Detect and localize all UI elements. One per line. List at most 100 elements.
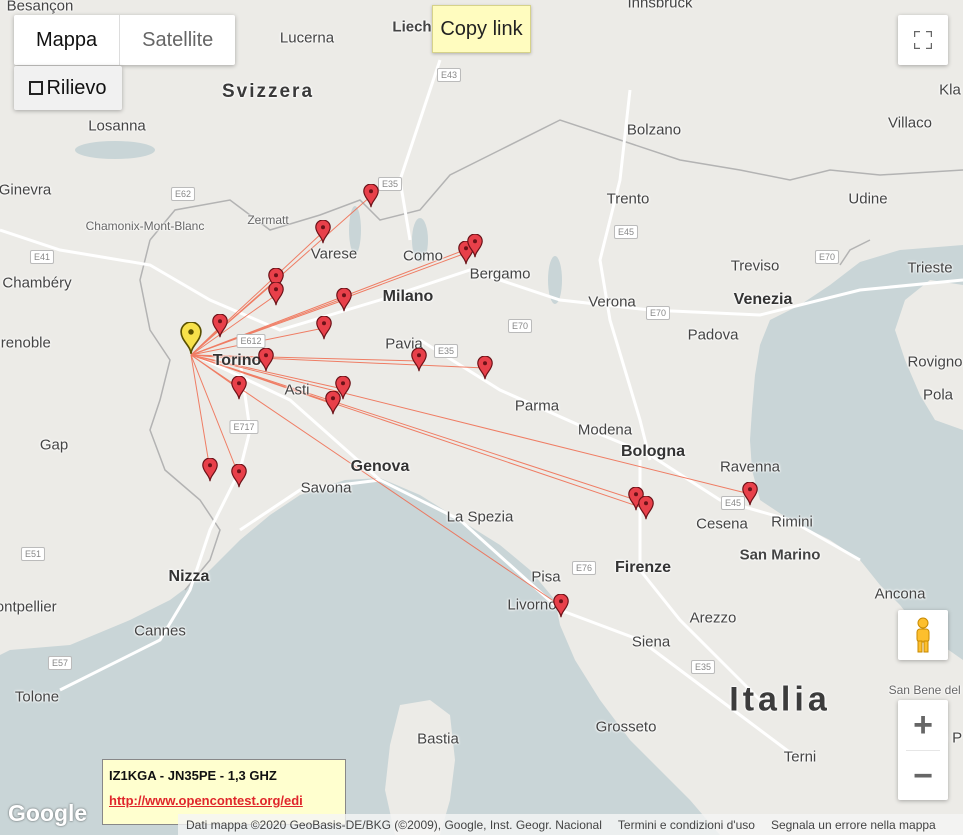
place-label-chamonix-mont-blanc: Chamonix-Mont-Blanc	[85, 219, 205, 233]
place-label-bolzano: Bolzano	[626, 121, 682, 139]
place-label-zermatt: Zermatt	[247, 213, 289, 227]
fullscreen-icon	[914, 31, 932, 49]
place-label-verona: Verona	[588, 293, 636, 311]
place-label-livorno: Livorno	[507, 596, 557, 614]
station-marker-icon[interactable]	[258, 347, 274, 377]
place-label-genova: Genova	[350, 458, 410, 475]
zoom-out-button[interactable]: −	[898, 751, 948, 801]
place-label-padova: Padova	[687, 326, 739, 344]
place-label-trieste: Trieste	[907, 259, 953, 277]
station-marker-icon[interactable]	[231, 463, 247, 493]
place-label-nizza: Nizza	[168, 568, 210, 585]
place-label-italia: Italia	[729, 680, 831, 719]
place-label-venezia: Venezia	[733, 291, 793, 308]
terms-link[interactable]: Termini e condizioni d'uso	[618, 818, 755, 832]
place-label-grosseto: Grosseto	[595, 718, 657, 736]
station-title: IZ1KGA - JN35PE - 1,3 GHZ	[109, 768, 277, 783]
place-label-innsbruck: Innsbruck	[627, 0, 693, 12]
place-label-bergamo: Bergamo	[469, 265, 531, 283]
place-label-bologna: Bologna	[621, 443, 685, 460]
station-marker-icon[interactable]	[212, 313, 228, 343]
place-label-chamb-ry: Chambéry	[2, 274, 72, 292]
place-label-siena: Siena	[631, 633, 671, 651]
station-marker-icon[interactable]	[316, 315, 332, 345]
place-label-rovigno: Rovigno	[907, 353, 963, 371]
road-shield-e45: E45	[613, 225, 639, 239]
place-label-grenoble: Grenoble	[0, 334, 51, 352]
road-shield-e51: E51	[20, 547, 46, 561]
map-type-control: Mappa Satellite	[14, 15, 236, 65]
place-label-udine: Udine	[848, 190, 888, 208]
place-label-como: Como	[402, 247, 444, 265]
place-label-lucerna: Lucerna	[279, 29, 335, 47]
road-shield-e35: E35	[690, 660, 716, 674]
road-shield-e717: E717	[229, 420, 259, 434]
google-logo[interactable]: Google	[8, 800, 87, 827]
relief-label: Rilievo	[46, 76, 107, 99]
station-marker-icon[interactable]	[411, 347, 427, 377]
road-shield-e76: E76	[571, 561, 597, 575]
fullscreen-button[interactable]	[898, 15, 948, 65]
station-marker-icon[interactable]	[202, 457, 218, 487]
place-label-ravenna: Ravenna	[719, 458, 781, 476]
place-label-torino: Torino	[212, 352, 262, 369]
map-type-map-button[interactable]: Mappa	[14, 15, 121, 65]
place-label-kla: Kla	[939, 81, 961, 99]
pegman-icon	[916, 617, 930, 653]
place-label-svizzera: Svizzera	[221, 81, 315, 102]
place-label-bastia: Bastia	[417, 730, 459, 748]
station-marker-icon[interactable]	[325, 390, 341, 420]
checkbox-icon	[29, 81, 44, 95]
place-label-parma: Parma	[514, 397, 560, 415]
place-label-firenze: Firenze	[614, 559, 672, 576]
station-marker-icon[interactable]	[553, 593, 569, 623]
place-label-cesena: Cesena	[696, 515, 748, 533]
road-shield-e43: E43	[436, 68, 462, 82]
zoom-in-button[interactable]: +	[898, 700, 948, 750]
copy-link-button[interactable]: Copy link	[432, 5, 531, 53]
station-marker-icon[interactable]	[742, 481, 758, 511]
road-shield-e35: E35	[377, 177, 403, 191]
station-marker-icon[interactable]	[638, 495, 654, 525]
station-marker-icon[interactable]	[363, 183, 379, 213]
map-data-attribution[interactable]: Dati mappa ©2020 GeoBasis-DE/BKG (©2009)…	[186, 818, 602, 832]
road-shield-e612: E612	[236, 334, 266, 348]
place-label-montpellier: Montpellier	[0, 598, 57, 616]
attribution-bar: Dati mappa ©2020 GeoBasis-DE/BKG (©2009)…	[178, 814, 963, 835]
road-shield-e41: E41	[29, 250, 55, 264]
place-label-milano: Milano	[382, 288, 434, 305]
place-label-san-bene-del-tro: San Bene del Tro	[888, 683, 963, 697]
place-label-trento: Trento	[606, 190, 650, 208]
place-label-cannes: Cannes	[134, 622, 186, 640]
place-label-savona: Savona	[300, 479, 352, 497]
place-label-modena: Modena	[577, 421, 633, 439]
place-label-la-spezia: La Spezia	[446, 508, 514, 526]
station-marker-icon[interactable]	[315, 219, 331, 249]
street-view-pegman-button[interactable]	[898, 610, 948, 660]
station-marker-icon[interactable]	[477, 355, 493, 385]
place-label-asti: Asti	[284, 381, 310, 399]
road-shield-e35: E35	[433, 344, 459, 358]
station-marker-icon[interactable]	[231, 375, 247, 405]
place-label-tolone: Tolone	[14, 688, 60, 706]
place-label-ancona: Ancona	[874, 585, 926, 603]
road-shield-e70: E70	[645, 306, 671, 320]
map-type-satellite-button[interactable]: Satellite	[120, 15, 235, 65]
place-label-rimini: Rimini	[771, 513, 813, 531]
place-label-pola: Pola	[922, 386, 954, 404]
place-label-pisa: Pisa	[531, 568, 561, 586]
relief-checkbox[interactable]: Rilievo	[14, 66, 122, 110]
place-label-terni: Terni	[783, 748, 817, 766]
report-error-link[interactable]: Segnala un errore nella mappa	[771, 818, 936, 832]
station-marker-icon[interactable]	[268, 281, 284, 311]
road-shield-e62: E62	[170, 187, 196, 201]
place-label-besan-on: Besançon	[6, 0, 74, 15]
home-station-marker-icon[interactable]	[180, 321, 202, 360]
station-marker-icon[interactable]	[336, 287, 352, 317]
lake-geneva	[75, 141, 155, 159]
station-marker-icon[interactable]	[467, 233, 483, 263]
place-label-san-marino: San Marino	[739, 546, 821, 564]
road-shield-e57: E57	[47, 656, 73, 670]
map-canvas[interactable]: Besançon Lucerna Liech Innsbruck Svizzera Kla…	[0, 0, 963, 835]
edi-link[interactable]: http://www.opencontest.org/edi	[109, 793, 339, 808]
